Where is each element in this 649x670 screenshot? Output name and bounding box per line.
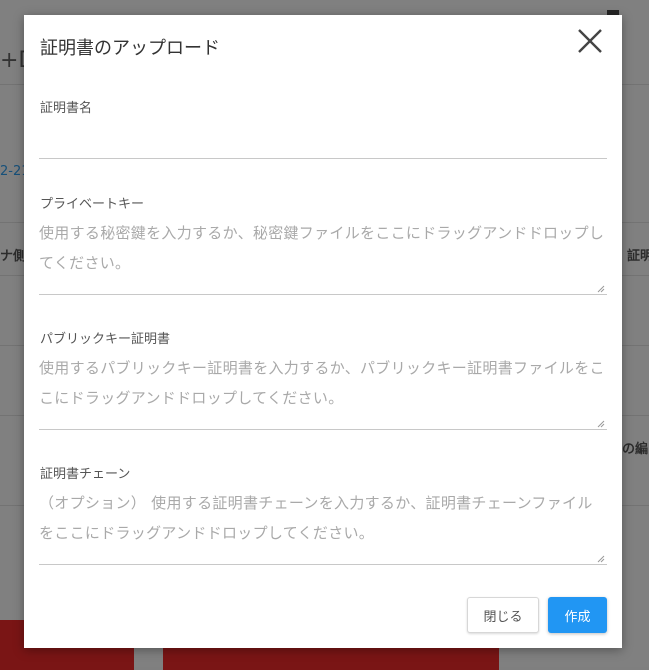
resize-handle-icon[interactable] xyxy=(597,285,605,293)
public-cert-label: パブリックキー証明書 xyxy=(40,332,171,347)
bg-column-header-right: 証明 xyxy=(627,249,649,264)
bg-edit-fragment[interactable]: の編 xyxy=(622,438,648,457)
cert-name-input[interactable] xyxy=(39,128,607,159)
resize-handle-icon[interactable] xyxy=(597,420,605,428)
cert-chain-label: 証明書チェーン xyxy=(40,467,131,482)
close-icon[interactable] xyxy=(576,27,604,55)
close-button[interactable]: 閉じる xyxy=(467,597,539,633)
public-cert-textarea[interactable] xyxy=(39,353,607,430)
cert-chain-textarea[interactable] xyxy=(39,488,607,565)
resize-handle-icon[interactable] xyxy=(597,555,605,563)
dialog-title: 証明書のアップロード xyxy=(40,38,220,59)
upload-certificate-dialog: 証明書のアップロード 証明書名 プライベートキー パブリックキー証明書 証明書チ… xyxy=(24,15,622,648)
private-key-label: プライベートキー xyxy=(40,197,145,212)
create-button[interactable]: 作成 xyxy=(548,597,607,633)
private-key-textarea[interactable] xyxy=(39,218,607,295)
cert-name-label: 証明書名 xyxy=(40,101,93,116)
